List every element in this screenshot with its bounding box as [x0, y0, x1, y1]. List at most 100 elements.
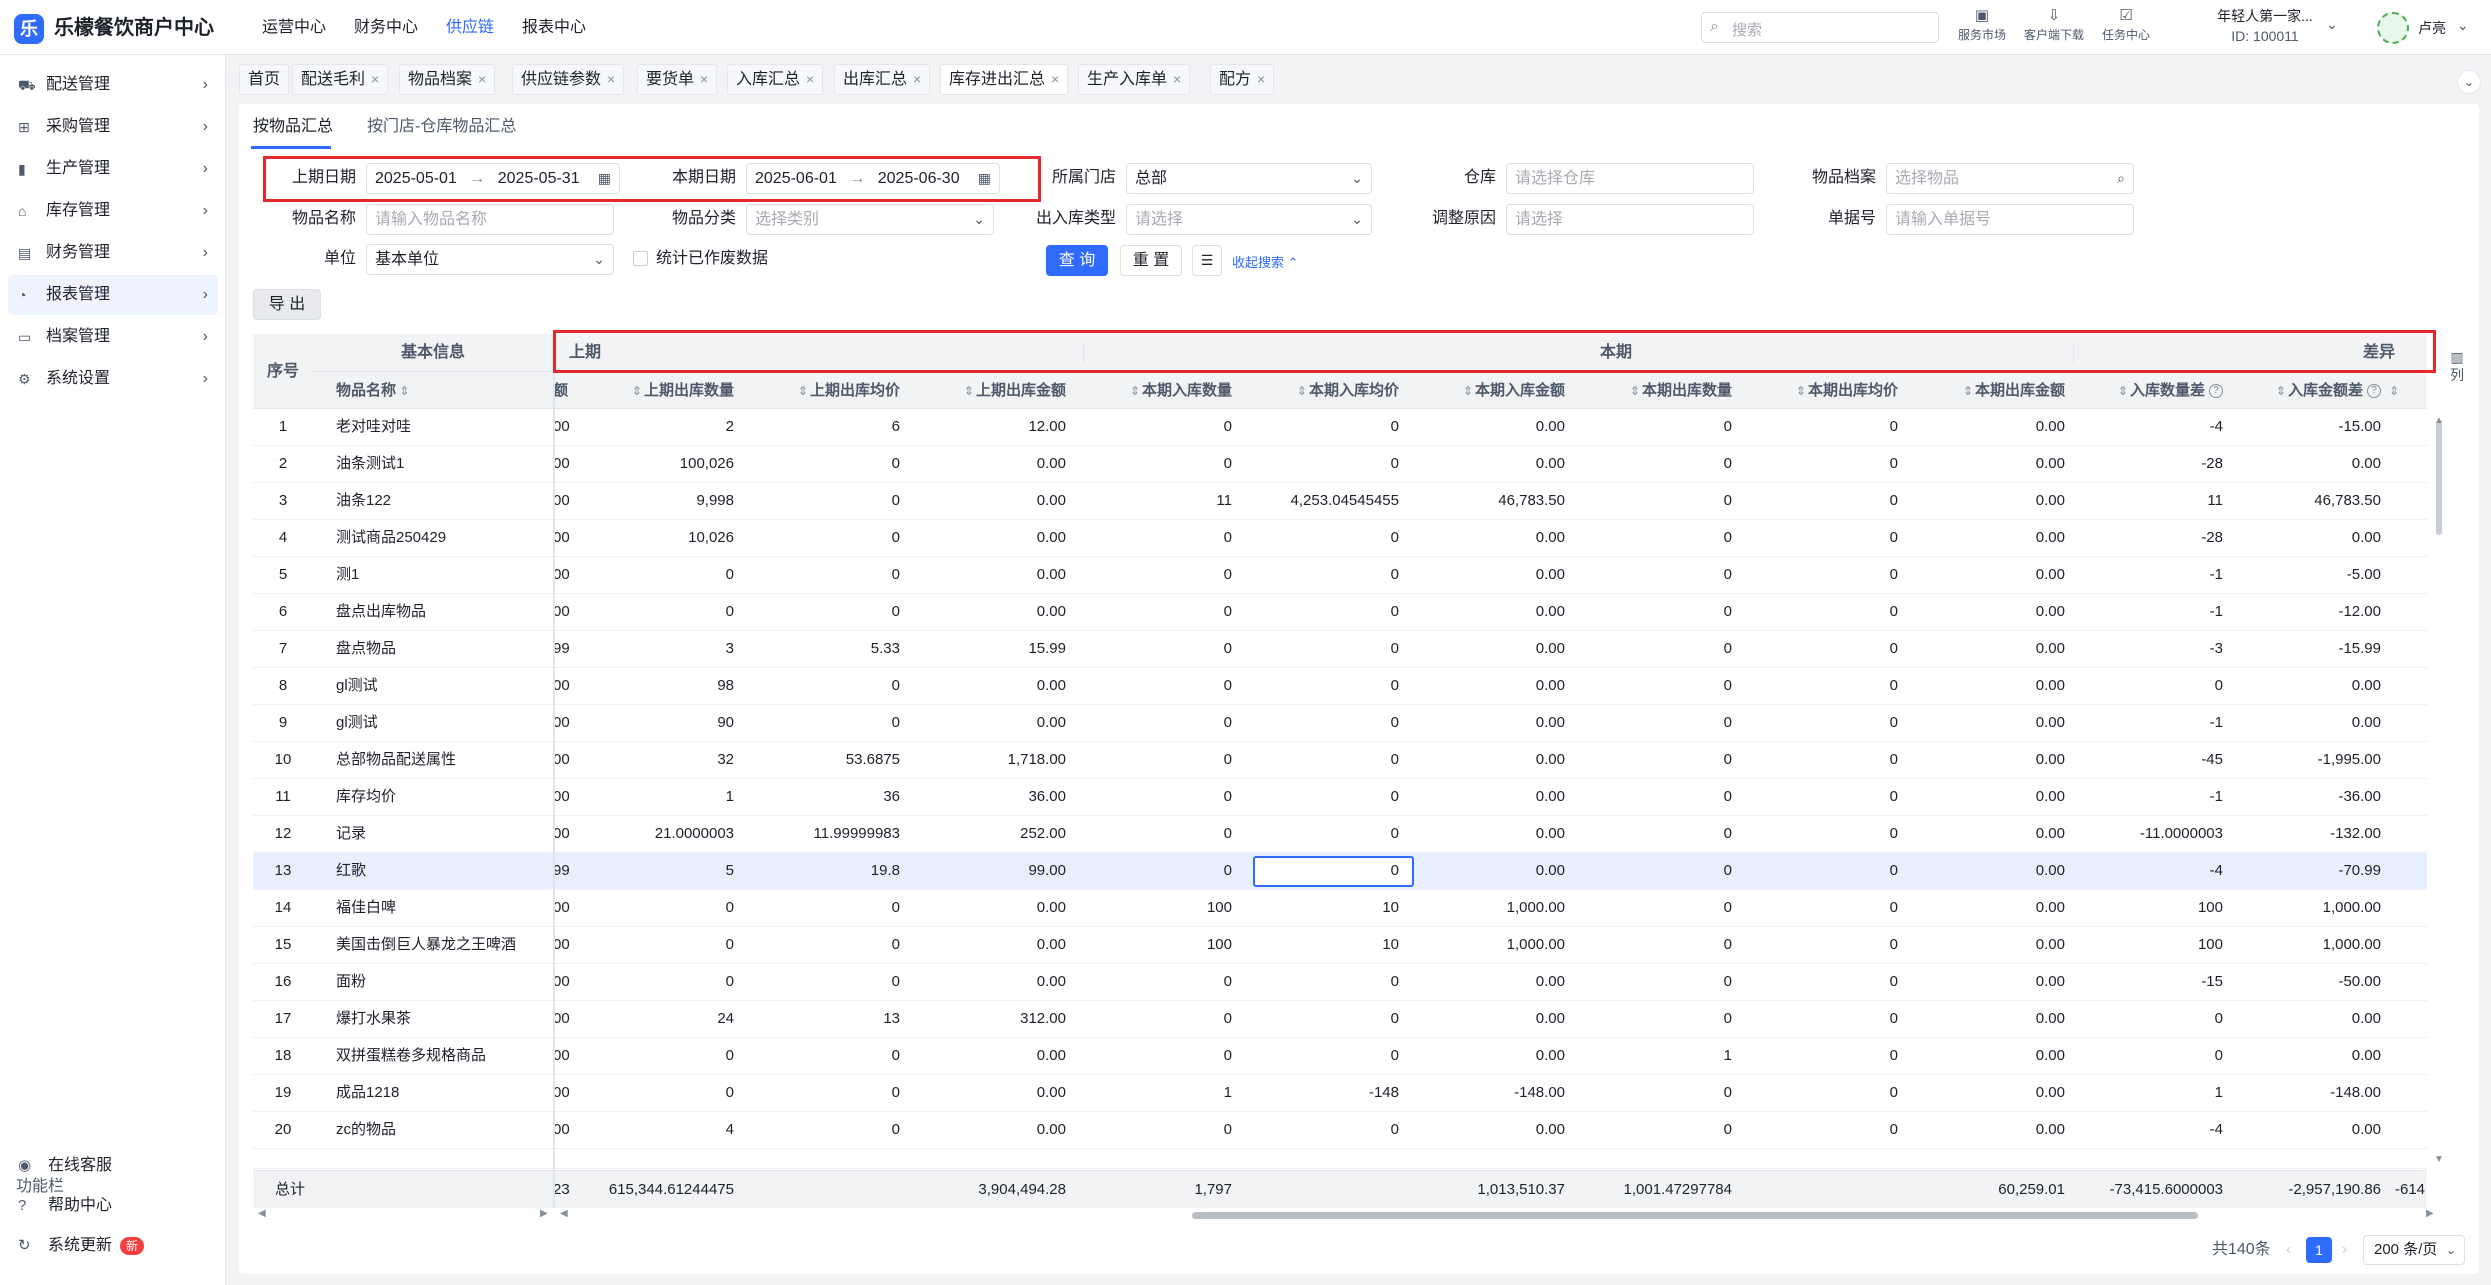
search-input[interactable]: ⌕ 搜索 [1701, 12, 1939, 43]
close-icon[interactable]: × [806, 71, 814, 87]
chevron-down-icon[interactable]: ⌄ [2326, 16, 2338, 33]
tab-item[interactable]: 配送毛利 × [292, 64, 389, 95]
horizontal-scrollbar[interactable] [1192, 1212, 2198, 1219]
tab-item[interactable]: 物品档案 × [399, 64, 496, 95]
topnav-item[interactable]: 财务中心 [340, 0, 432, 55]
sidebar-item[interactable]: ▤ 财务管理 › [8, 233, 218, 273]
table-row[interactable]: 15 美国击倒巨人暴龙之王啤酒 00 0 0 0.00 100 10 1,000.00 0 0 0.0… [253, 927, 2427, 964]
table-row[interactable]: 2 油条测试1 00 100,026 0 0.00 0 0 0.00 0 0 0.00 -28 0.00 [253, 446, 2427, 483]
sidebar-item[interactable]: ◔ 报表管理 › [8, 275, 218, 315]
sidebar-item[interactable]: ▮ 生产管理 › [8, 149, 218, 189]
search-icon[interactable]: ⌕ [2117, 164, 2125, 193]
app-title[interactable]: 乐檬餐饮商户中心 [54, 13, 214, 43]
close-icon[interactable]: × [700, 71, 708, 87]
sidebar-item[interactable]: ⚙ 系统设置 › [8, 359, 218, 399]
header-cur-in-qty[interactable]: ⇕ 本期入库数量 [1074, 372, 1240, 409]
tab-item[interactable]: 库存进出汇总 × [940, 64, 1069, 95]
table-row[interactable]: 11 库存均价 00 1 36 36.00 0 0 0.00 0 0 0.00 -1 -36.00 [253, 779, 2427, 816]
collapse-search-link[interactable]: 收起搜索 ⌃ [1232, 252, 1299, 271]
table-row[interactable]: 20 zc的物品 00 4 0 0.00 0 0 0.00 0 0 0.00 -4 0.00 [253, 1112, 2427, 1149]
sidebar-footer-item[interactable]: ◉ 在线客服 [8, 1147, 218, 1185]
store-select[interactable]: 总部 ⌄ [1126, 163, 1372, 194]
tab-item[interactable]: 出库汇总 × [834, 64, 931, 95]
table-row[interactable]: 5 测1 00 0 0 0.00 0 0 0.00 0 0 0.00 -1 -5.00 [253, 557, 2427, 594]
table-row[interactable]: 1 老对哇对哇 00 2 6 12.00 0 0 0.00 0 0 0.00 -4 -15.00 [253, 409, 2427, 446]
export-button[interactable]: 导 出 [253, 289, 321, 320]
close-icon[interactable]: × [1051, 71, 1059, 87]
table-row[interactable]: 16 面粉 00 0 0 0.00 0 0 0.00 0 0 0.00 -15 -50.00 [253, 964, 2427, 1001]
header-in-qty-diff[interactable]: ⇕ 入库数量差? [2073, 372, 2231, 409]
sidebar-item[interactable]: ⛟ 配送管理 › [8, 65, 218, 105]
pagination-prev-icon[interactable]: ‹ [2286, 1237, 2291, 1263]
table-row[interactable]: 6 盘点出库物品 00 0 0 0.00 0 0 0.00 0 0 0.00 -1 -12.00 [253, 594, 2427, 631]
table-row[interactable]: 10 总部物品配送属性 00 32 53.6875 1,718.00 0 0 0.00 0 0 0.0… [253, 742, 2427, 779]
header-cur-out-qty[interactable]: ⇕ 本期出库数量 [1573, 372, 1740, 409]
tab-item[interactable]: 入库汇总 × [727, 64, 824, 95]
item-category-select[interactable]: 选择类别 ⌄ [746, 204, 994, 235]
topnav-item[interactable]: 报表中心 [508, 0, 600, 55]
reset-button[interactable]: 重 置 [1120, 245, 1182, 276]
voided-checkbox-label[interactable]: 统计已作废数据 [656, 244, 768, 274]
table-row-partial[interactable] [253, 1149, 2427, 1169]
unit-select[interactable]: 基本单位 ⌄ [366, 244, 614, 275]
sidebar-item[interactable]: ⌂ 库存管理 › [8, 191, 218, 231]
scroll-right-arrow-icon[interactable]: ▶ [540, 1208, 548, 1219]
sidebar-item[interactable]: ▭ 档案管理 › [8, 317, 218, 357]
header-cur-out-amt[interactable]: ⇕ 本期出库金额 [1906, 372, 2073, 409]
item-name-input[interactable]: 请输入物品名称 [366, 204, 614, 235]
tab-item[interactable]: 供应链参数 × [512, 64, 625, 95]
header-prev-amount-cut[interactable]: 额 [553, 372, 575, 409]
close-icon[interactable]: × [913, 71, 921, 87]
scroll-right-arrow-icon[interactable]: ▶ [2426, 1208, 2434, 1219]
sidebar-footer-item[interactable]: ? 帮助中心 [8, 1187, 218, 1225]
topnav-item[interactable]: 运营中心 [248, 0, 340, 55]
table-row[interactable]: 18 双拼蛋糕卷多规格商品 00 0 0 0.00 0 0 0.00 1 0 0.00 0 0.00 [253, 1038, 2427, 1075]
tool-store-button[interactable]: ▣ 服务市场 [1946, 6, 2018, 43]
cell-cur-in-avg[interactable]: 0 [1240, 853, 1407, 889]
tabs-more-chevron-icon[interactable]: ⌄ [2457, 70, 2481, 94]
pagination-next-icon[interactable]: › [2342, 1237, 2347, 1263]
tool-task-button[interactable]: ☑ 任务中心 [2090, 6, 2162, 43]
table-row[interactable]: 14 福佳白啤 00 0 0 0.00 100 10 1,000.00 0 0 0.00 100 1,00… [253, 890, 2427, 927]
table-row[interactable]: 12 记录 00 21.0000003 11.99999983 252.00 0 0 0.00 0… [253, 816, 2427, 853]
help-icon[interactable]: ? [2367, 384, 2381, 399]
user-org[interactable]: 年轻人第一家... ID: 100011 [2205, 6, 2325, 46]
tab-item[interactable]: 生产入库单 × [1078, 64, 1191, 95]
header-prev-out-amt[interactable]: ⇕ 上期出库金额 [908, 372, 1074, 409]
column-settings-button[interactable]: ▥ 列 [2444, 348, 2470, 384]
header-prev-out-avg[interactable]: ⇕ 上期出库均价 [742, 372, 908, 409]
vertical-scrollbar[interactable] [2436, 420, 2442, 535]
adjust-reason-select[interactable]: 请选择 [1506, 204, 1754, 235]
tab-item[interactable]: 配方 × [1210, 64, 1275, 95]
header-cur-out-avg[interactable]: ⇕ 本期出库均价 [1740, 372, 1906, 409]
header-cur-in-amt[interactable]: ⇕ 本期入库金额 [1407, 372, 1573, 409]
close-icon[interactable]: × [1173, 71, 1181, 87]
subtab-by-item[interactable]: 按物品汇总 [253, 104, 333, 149]
scroll-left-arrow-icon[interactable]: ◀ [258, 1208, 266, 1219]
scroll-left-arrow-icon[interactable]: ◀ [560, 1208, 568, 1219]
cur-period-range-picker[interactable]: 2025-06-01 → 2025-06-30 ▦ [746, 163, 1000, 194]
sort-icon[interactable]: ⇕ [396, 384, 409, 398]
pagination-page-1[interactable]: 1 [2306, 1237, 2332, 1263]
table-row[interactable]: 19 成品1218 00 0 0 0.00 1 -148 -148.00 0 0 0.00 1 -148.… [253, 1075, 2427, 1112]
warehouse-select[interactable]: 请选择仓库 [1506, 163, 1754, 194]
query-button[interactable]: 查 询 [1046, 245, 1108, 276]
header-prev-out-qty[interactable]: ⇕ 上期出库数量 [575, 372, 742, 409]
close-icon[interactable]: × [371, 71, 379, 87]
sidebar-footer-item[interactable]: ↻ 系统更新新 [8, 1227, 218, 1265]
help-icon[interactable]: ? [2209, 384, 2223, 399]
subtab-by-store-warehouse[interactable]: 按门店-仓库物品汇总 [367, 104, 516, 149]
close-icon[interactable]: × [478, 71, 486, 87]
avatar[interactable] [2377, 12, 2409, 44]
scroll-up-arrow-icon[interactable]: ▲ [2434, 415, 2444, 426]
doc-no-input[interactable]: 请输入单据号 [1886, 204, 2134, 235]
item-file-select[interactable]: 选择物品 ⌕ [1886, 163, 2134, 194]
header-in-amt-diff[interactable]: ⇕ 入库金额差? [2231, 372, 2389, 409]
topnav-item[interactable]: 供应链 [432, 0, 508, 55]
table-row[interactable]: 17 爆打水果茶 00 24 13 312.00 0 0 0.00 0 0 0.00 0 0.00 [253, 1001, 2427, 1038]
header-item-name[interactable]: 物品名称 ⇕ [313, 372, 553, 409]
app-logo[interactable]: 乐 [14, 14, 44, 44]
table-row[interactable]: 7 盘点物品 99 3 5.33 15.99 0 0 0.00 0 0 0.00 -3 -15.99 [253, 631, 2427, 668]
header-cur-in-avg[interactable]: ⇕ 本期入库均价 [1240, 372, 1407, 409]
user-name[interactable]: 卢亮 [2418, 18, 2446, 38]
